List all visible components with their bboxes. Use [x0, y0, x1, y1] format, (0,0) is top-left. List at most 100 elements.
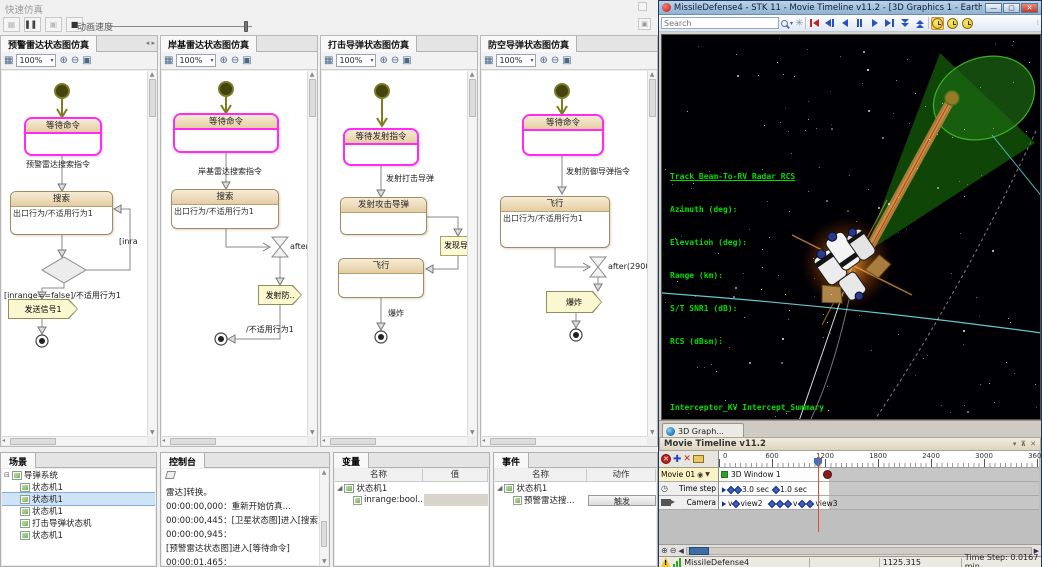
h-scrollbar[interactable]: ◂: [322, 436, 467, 445]
grid-icon[interactable]: ▦: [484, 56, 493, 66]
zoom-in-icon[interactable]: ⊕: [379, 56, 387, 66]
clip-end-marker[interactable]: [823, 470, 832, 479]
v-scrollbar[interactable]: ▲▼: [147, 71, 156, 436]
tab-console[interactable]: 控制台: [161, 453, 205, 468]
diagram-canvas-2[interactable]: 等待命令 岸基雷达搜索指令 搜索 出口行为/不适用行为1 after(1500 …: [162, 71, 307, 436]
eye-icon[interactable]: ◉: [697, 471, 703, 479]
console-scrollbar[interactable]: ▲▼: [319, 469, 328, 565]
variable-value-cell[interactable]: [424, 494, 488, 506]
timeline-ruler[interactable]: 0 600 1200 1800 2400 3000 3600: [719, 451, 1039, 468]
state-wait-command[interactable]: 等待命令: [173, 113, 279, 153]
grid-icon[interactable]: ▦: [324, 56, 333, 66]
warning-icon[interactable]: !: [661, 557, 670, 567]
tree-item-statemachine-selected[interactable]: 状态机1: [2, 493, 155, 505]
tree-item-statemachine[interactable]: 状态机1: [2, 481, 155, 493]
tab-scroll-arrows[interactable]: ◂ ▸: [146, 39, 155, 47]
tab-scene[interactable]: 场景: [1, 453, 36, 468]
variable-row-inrange[interactable]: inrange:bool...: [335, 494, 488, 506]
zoom-select[interactable]: 100%▾: [16, 54, 56, 67]
grid-icon[interactable]: ▦: [4, 56, 13, 66]
record-steps-button[interactable]: ▦: [3, 17, 20, 32]
play-button[interactable]: [868, 17, 881, 30]
send-signal-shape[interactable]: 发射防..: [258, 285, 302, 305]
col-header-name[interactable]: 名称: [495, 469, 587, 481]
search-icon[interactable]: [781, 20, 788, 27]
trigger-event-button[interactable]: 触发: [588, 495, 656, 506]
pause-simulation-button[interactable]: ▌▌: [24, 17, 41, 32]
time-offset-clock-icon[interactable]: [961, 17, 974, 30]
send-signal-shape[interactable]: 爆炸: [546, 291, 602, 313]
h-scrollbar[interactable]: ◂: [162, 436, 307, 445]
toolbar-overflow-icon[interactable]: ⁞: [1037, 19, 1039, 27]
diagram-canvas-4[interactable]: 等待命令 发射防御导弹指令 飞行 出口行为/不适用行为1 after(2900 …: [482, 71, 647, 436]
animation-speed-slider[interactable]: [110, 26, 252, 27]
tree-root[interactable]: ⊟ 导弹系统: [2, 469, 155, 481]
layout-button[interactable]: ▣: [638, 18, 651, 30]
panel-menu-icon[interactable]: ▾: [1013, 440, 1017, 448]
state-flight[interactable]: 飞行 出口行为/不适用行为1: [500, 196, 610, 248]
diagram-canvas-1[interactable]: 等待命令 预警雷达搜索指令 搜索 出口行为/不适用行为1 [inra [inra…: [2, 71, 147, 436]
v-scrollbar[interactable]: ▲▼: [467, 71, 476, 436]
zoom-select[interactable]: 100%▾: [496, 54, 536, 67]
grid-icon[interactable]: ▦: [164, 56, 173, 66]
window-button-small[interactable]: [638, 2, 647, 11]
decrease-speed-icon[interactable]: [898, 17, 911, 30]
3d-graphics-view[interactable]: Track_Beam-To-RV Radar RCS Azimuth (deg)…: [661, 34, 1041, 420]
pause-button[interactable]: [853, 17, 866, 30]
gear-icon[interactable]: ✳: [795, 18, 803, 29]
zoom-in-icon[interactable]: ⊕: [661, 546, 668, 555]
state-flight[interactable]: 飞行: [338, 258, 424, 298]
scroll-left-icon[interactable]: ◀: [678, 547, 683, 555]
v-scrollbar[interactable]: ▲▼: [647, 71, 656, 436]
state-wait-command[interactable]: 等待命令: [522, 114, 604, 156]
state-search[interactable]: 搜索 出口行为/不适用行为1: [10, 191, 113, 235]
tab-early-warning-radar[interactable]: 预警雷达状态图仿真: [1, 36, 97, 52]
zoom-in-icon[interactable]: ⊕: [219, 56, 227, 66]
zoom-select[interactable]: 100%▾: [176, 54, 216, 67]
tab-air-defense-missile[interactable]: 防空导弹状态图仿真: [481, 36, 577, 52]
zoom-out-icon[interactable]: ⊖: [71, 56, 79, 66]
h-scrollbar[interactable]: ◂: [2, 436, 147, 445]
add-track-icon[interactable]: ✚: [673, 454, 681, 465]
pin-icon[interactable]: ⊼: [1020, 440, 1026, 448]
stk-title-bar[interactable]: MissileDefense4 - STK 11 - Movie Timelin…: [659, 1, 1041, 15]
action-box-detect-missile[interactable]: 发现导弹: [440, 236, 467, 256]
initial-node[interactable]: [555, 84, 569, 98]
play-backward-button[interactable]: [838, 17, 851, 30]
expander-icon[interactable]: ◢: [337, 484, 342, 492]
console-log[interactable]: 雷达]转换。 00:00:00,000：重新开始仿真... 00:00:00,4…: [162, 486, 328, 565]
zoom-out-icon[interactable]: ⊖: [231, 56, 239, 66]
close-button[interactable]: ✕: [1021, 3, 1038, 13]
state-search[interactable]: 搜索 出口行为/不适用行为1: [171, 189, 279, 229]
time-event-hourglass[interactable]: [272, 237, 288, 247]
time-event-hourglass[interactable]: [590, 257, 606, 267]
initial-node[interactable]: [55, 84, 69, 98]
zoom-out-icon[interactable]: ⊖: [670, 546, 677, 555]
increase-speed-icon[interactable]: [913, 17, 926, 30]
col-header-value[interactable]: 值: [423, 469, 488, 481]
keyframe-icon[interactable]: [784, 499, 792, 507]
event-row[interactable]: 预警雷达搜... 触发: [495, 494, 656, 506]
search-input[interactable]: [661, 17, 779, 29]
h-scrollbar[interactable]: ◂: [482, 436, 647, 445]
zoom-in-icon[interactable]: ⊕: [539, 56, 547, 66]
step-back-button[interactable]: [823, 17, 836, 30]
maximize-button[interactable]: ▢: [1003, 3, 1020, 13]
tab-events[interactable]: 事件: [494, 453, 529, 468]
zoom-in-icon[interactable]: ⊕: [59, 56, 67, 66]
keyframe-icon[interactable]: [772, 485, 780, 493]
keyframe-icon[interactable]: [732, 499, 740, 507]
keyframe-icon[interactable]: [806, 499, 814, 507]
fit-view-icon[interactable]: ▣: [562, 56, 571, 66]
tab-3d-graphics[interactable]: 3D Graph...: [662, 423, 744, 438]
expander-icon[interactable]: ◢: [497, 484, 502, 492]
go-to-start-button[interactable]: [808, 17, 821, 30]
folder-icon[interactable]: [693, 455, 704, 463]
animation-speed-slider-thumb[interactable]: [244, 21, 248, 32]
events-root-row[interactable]: ◢ 状态机1: [495, 482, 656, 494]
initial-node[interactable]: [219, 82, 233, 96]
zoom-out-icon[interactable]: ⊖: [391, 56, 399, 66]
diagram-canvas-3[interactable]: 等待发射指令 发射打击导弹 发射攻击导弹 发现导弹 飞行 爆炸: [322, 71, 467, 436]
tree-item-statemachine[interactable]: 状态机1: [2, 529, 155, 541]
state-wait-launch-command[interactable]: 等待发射指令: [343, 128, 419, 166]
